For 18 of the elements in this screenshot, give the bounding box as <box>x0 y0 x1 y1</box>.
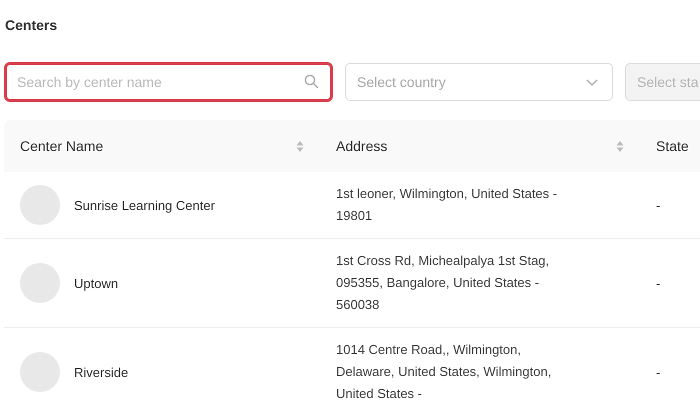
chevron-down-icon <box>586 78 598 86</box>
page-title: Centers <box>4 16 58 35</box>
address-text: 1st Cross Rd, Michealpalya 1st Stag, 095355, Bangalore, United States - 560038 <box>336 252 550 314</box>
state-text: - <box>656 198 660 212</box>
center-name: Riverside <box>74 364 128 380</box>
state-text: - <box>656 364 660 380</box>
state-text: - <box>656 276 660 290</box>
search-icon <box>304 74 319 89</box>
address-text: 1014 Centre Road,, Wilmington, Delaware, United States, Wilmington, United States - <box>336 341 552 400</box>
sort-icon[interactable] <box>616 140 624 152</box>
center-name: Uptown <box>74 276 118 290</box>
column-header[interactable]: Center Name <box>20 138 104 154</box>
column-header[interactable]: State <box>656 138 689 154</box>
address-text: 1st leoner, Wilmington, United States - 19801 <box>336 185 558 225</box>
center-name: Sunrise Learning Center <box>74 198 215 212</box>
column-header[interactable]: Address <box>336 138 388 154</box>
search-field[interactable]: Search by center name <box>4 62 333 102</box>
sort-icon[interactable] <box>296 140 304 152</box>
